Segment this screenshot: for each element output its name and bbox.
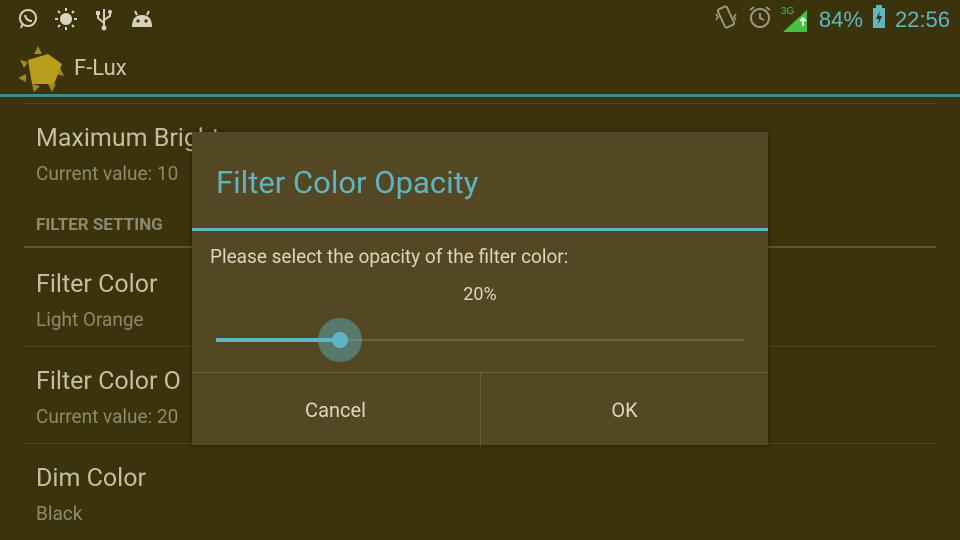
pref-summary: Current value: 10 [36,162,179,185]
battery-percent: 84% [818,7,863,32]
dialog-message: Please select the opacity of the filter … [210,245,569,268]
action-bar: F-Lux [0,38,960,96]
opacity-dialog: Filter Color Opacity Please select the o… [192,132,768,446]
vibrate-icon [713,4,739,36]
alarm-icon [747,4,773,36]
opacity-slider[interactable] [216,318,744,362]
pref-title: Filter Color [36,270,158,299]
battery-charging-icon [871,4,887,36]
slider-thumb[interactable] [332,332,348,348]
app-title: F-Lux [74,56,127,81]
usb-icon [92,7,116,31]
signal-3g-icon: 3G [781,6,811,34]
pref-summary: Light Orange [36,308,144,331]
ok-button[interactable]: OK [480,373,768,446]
section-header-filter: FILTER SETTING [36,215,163,235]
android-debug-icon [130,7,154,31]
pref-title: Dim Color [36,464,146,493]
pref-title: Filter Color O [36,367,181,396]
pref-summary: Current value: 20 [36,405,179,428]
opacity-value: 20% [463,284,497,305]
action-bar-divider [0,94,960,97]
cancel-button[interactable]: Cancel [192,373,479,446]
dialog-title-divider [192,228,768,231]
dialog-button-bar: Cancel OK [192,372,768,446]
clock: 22:56 [894,7,950,32]
brightness-icon [54,7,78,31]
whatsapp-icon [16,7,40,31]
dialog-title: Filter Color Opacity [216,164,479,201]
status-bar: 3G 84% 22:56 [0,0,960,38]
pref-dim-color[interactable]: Dim Color Black [24,450,936,540]
system-indicators: 3G 84% 22:56 [713,4,950,36]
f-lux-logo-icon[interactable] [18,46,68,92]
notification-icons [16,7,154,31]
list-divider [24,103,936,104]
pref-summary: Black [36,502,83,525]
